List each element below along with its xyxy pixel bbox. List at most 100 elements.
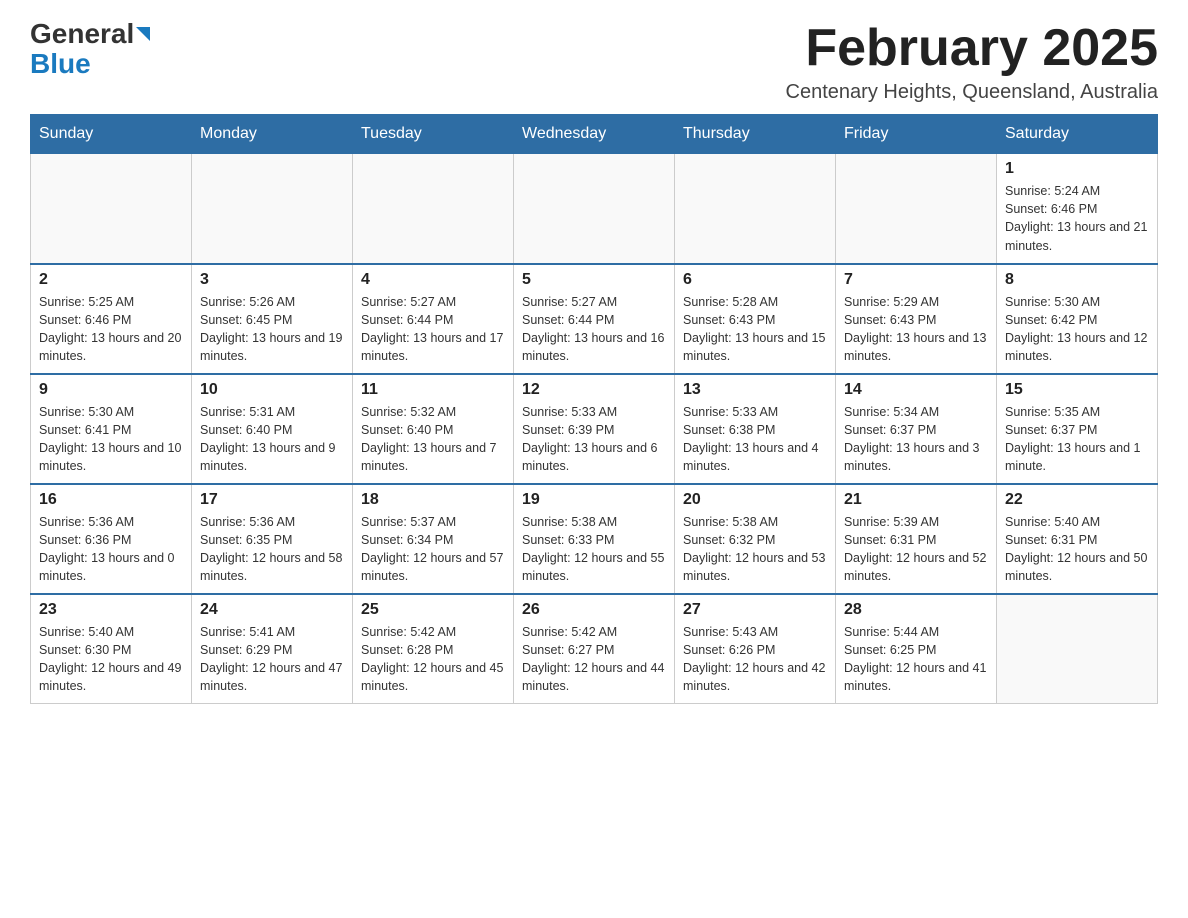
table-row: 12 Sunrise: 5:33 AM Sunset: 6:39 PM Dayli… — [514, 374, 675, 484]
col-thursday: Thursday — [675, 115, 836, 154]
day-info: Sunrise: 5:38 AM Sunset: 6:32 PM Dayligh… — [683, 513, 827, 586]
col-saturday: Saturday — [997, 115, 1158, 154]
day-number: 26 — [522, 601, 666, 619]
day-number: 13 — [683, 381, 827, 399]
col-tuesday: Tuesday — [353, 115, 514, 154]
calendar-week-row: 23 Sunrise: 5:40 AM Sunset: 6:30 PM Dayli… — [31, 594, 1158, 704]
table-row: 17 Sunrise: 5:36 AM Sunset: 6:35 PM Dayli… — [192, 484, 353, 594]
table-row: 20 Sunrise: 5:38 AM Sunset: 6:32 PM Dayli… — [675, 484, 836, 594]
day-info: Sunrise: 5:24 AM Sunset: 6:46 PM Dayligh… — [1005, 182, 1149, 255]
day-info: Sunrise: 5:30 AM Sunset: 6:41 PM Dayligh… — [39, 403, 183, 476]
day-number: 24 — [200, 601, 344, 619]
logo-general: General — [30, 20, 134, 48]
day-info: Sunrise: 5:40 AM Sunset: 6:31 PM Dayligh… — [1005, 513, 1149, 586]
day-info: Sunrise: 5:33 AM Sunset: 6:39 PM Dayligh… — [522, 403, 666, 476]
day-number: 16 — [39, 491, 183, 509]
table-row — [31, 154, 192, 264]
day-info: Sunrise: 5:42 AM Sunset: 6:27 PM Dayligh… — [522, 623, 666, 696]
table-row: 25 Sunrise: 5:42 AM Sunset: 6:28 PM Dayli… — [353, 594, 514, 704]
day-info: Sunrise: 5:32 AM Sunset: 6:40 PM Dayligh… — [361, 403, 505, 476]
day-info: Sunrise: 5:40 AM Sunset: 6:30 PM Dayligh… — [39, 623, 183, 696]
day-number: 8 — [1005, 271, 1149, 289]
calendar-week-row: 9 Sunrise: 5:30 AM Sunset: 6:41 PM Daylig… — [31, 374, 1158, 484]
day-number: 27 — [683, 601, 827, 619]
table-row: 19 Sunrise: 5:38 AM Sunset: 6:33 PM Dayli… — [514, 484, 675, 594]
table-row: 21Sunrise: 5:39 AM Sunset: 6:31 PM Dayli… — [836, 484, 997, 594]
table-row: 3 Sunrise: 5:26 AM Sunset: 6:45 PM Daylig… — [192, 264, 353, 374]
col-wednesday: Wednesday — [514, 115, 675, 154]
day-number: 19 — [522, 491, 666, 509]
day-number: 5 — [522, 271, 666, 289]
day-number: 7 — [844, 271, 988, 289]
day-number: 12 — [522, 381, 666, 399]
col-friday: Friday — [836, 115, 997, 154]
table-row: 26 Sunrise: 5:42 AM Sunset: 6:27 PM Dayli… — [514, 594, 675, 704]
day-info: Sunrise: 5:27 AM Sunset: 6:44 PM Dayligh… — [522, 293, 666, 366]
day-info: Sunrise: 5:38 AM Sunset: 6:33 PM Dayligh… — [522, 513, 666, 586]
day-number: 15 — [1005, 381, 1149, 399]
col-monday: Monday — [192, 115, 353, 154]
table-row: 10Sunrise: 5:31 AM Sunset: 6:40 PM Dayli… — [192, 374, 353, 484]
table-row: 24 Sunrise: 5:41 AM Sunset: 6:29 PM Dayli… — [192, 594, 353, 704]
day-info: Sunrise: 5:31 AM Sunset: 6:40 PM Dayligh… — [200, 403, 344, 476]
day-number: 4 — [361, 271, 505, 289]
day-info: Sunrise: 5:36 AM Sunset: 6:36 PM Dayligh… — [39, 513, 183, 586]
day-number: 11 — [361, 381, 505, 399]
month-title: February 2025 — [786, 20, 1158, 77]
title-area: February 2025 Centenary Heights, Queensl… — [786, 20, 1158, 104]
table-row — [514, 154, 675, 264]
day-number: 9 — [39, 381, 183, 399]
table-row: 23 Sunrise: 5:40 AM Sunset: 6:30 PM Dayli… — [31, 594, 192, 704]
day-info: Sunrise: 5:44 AM Sunset: 6:25 PM Dayligh… — [844, 623, 988, 696]
day-number: 23 — [39, 601, 183, 619]
table-row: 14Sunrise: 5:34 AM Sunset: 6:37 PM Dayli… — [836, 374, 997, 484]
table-row: 28 Sunrise: 5:44 AM Sunset: 6:25 PM Dayli… — [836, 594, 997, 704]
table-row: 15 Sunrise: 5:35 AM Sunset: 6:37 PM Dayli… — [997, 374, 1158, 484]
day-number: 21 — [844, 491, 988, 509]
day-number: 28 — [844, 601, 988, 619]
day-number: 2 — [39, 271, 183, 289]
day-info: Sunrise: 5:36 AM Sunset: 6:35 PM Dayligh… — [200, 513, 344, 586]
table-row — [192, 154, 353, 264]
day-number: 25 — [361, 601, 505, 619]
day-info: Sunrise: 5:35 AM Sunset: 6:37 PM Dayligh… — [1005, 403, 1149, 476]
table-row: 8 Sunrise: 5:30 AM Sunset: 6:42 PM Daylig… — [997, 264, 1158, 374]
table-row: 5 Sunrise: 5:27 AM Sunset: 6:44 PM Daylig… — [514, 264, 675, 374]
day-info: Sunrise: 5:43 AM Sunset: 6:26 PM Dayligh… — [683, 623, 827, 696]
day-number: 1 — [1005, 160, 1149, 178]
table-row: 7Sunrise: 5:29 AM Sunset: 6:43 PM Daylig… — [836, 264, 997, 374]
logo-arrow-icon — [136, 27, 150, 41]
table-row: 27 Sunrise: 5:43 AM Sunset: 6:26 PM Dayli… — [675, 594, 836, 704]
logo-blue: Blue — [30, 48, 91, 80]
day-info: Sunrise: 5:30 AM Sunset: 6:42 PM Dayligh… — [1005, 293, 1149, 366]
logo: General Blue — [30, 20, 150, 80]
location-subtitle: Centenary Heights, Queensland, Australia — [786, 81, 1158, 104]
day-info: Sunrise: 5:25 AM Sunset: 6:46 PM Dayligh… — [39, 293, 183, 366]
calendar-week-row: 1 Sunrise: 5:24 AM Sunset: 6:46 PM Daylig… — [31, 154, 1158, 264]
day-number: 3 — [200, 271, 344, 289]
table-row: 9 Sunrise: 5:30 AM Sunset: 6:41 PM Daylig… — [31, 374, 192, 484]
day-number: 20 — [683, 491, 827, 509]
day-info: Sunrise: 5:26 AM Sunset: 6:45 PM Dayligh… — [200, 293, 344, 366]
table-row — [997, 594, 1158, 704]
col-sunday: Sunday — [31, 115, 192, 154]
table-row: 6Sunrise: 5:28 AM Sunset: 6:43 PM Daylig… — [675, 264, 836, 374]
page-header: General Blue February 2025 Centenary Hei… — [30, 20, 1158, 104]
table-row — [353, 154, 514, 264]
table-row: 13 Sunrise: 5:33 AM Sunset: 6:38 PM Dayli… — [675, 374, 836, 484]
day-info: Sunrise: 5:27 AM Sunset: 6:44 PM Dayligh… — [361, 293, 505, 366]
day-info: Sunrise: 5:42 AM Sunset: 6:28 PM Dayligh… — [361, 623, 505, 696]
calendar-week-row: 16 Sunrise: 5:36 AM Sunset: 6:36 PM Dayli… — [31, 484, 1158, 594]
day-number: 18 — [361, 491, 505, 509]
day-info: Sunrise: 5:41 AM Sunset: 6:29 PM Dayligh… — [200, 623, 344, 696]
table-row: 2 Sunrise: 5:25 AM Sunset: 6:46 PM Daylig… — [31, 264, 192, 374]
calendar-header-row: Sunday Monday Tuesday Wednesday Thursday… — [31, 115, 1158, 154]
day-info: Sunrise: 5:33 AM Sunset: 6:38 PM Dayligh… — [683, 403, 827, 476]
table-row: 11 Sunrise: 5:32 AM Sunset: 6:40 PM Dayli… — [353, 374, 514, 484]
table-row: 1 Sunrise: 5:24 AM Sunset: 6:46 PM Daylig… — [997, 154, 1158, 264]
day-number: 17 — [200, 491, 344, 509]
calendar-table: Sunday Monday Tuesday Wednesday Thursday… — [30, 114, 1158, 704]
calendar-week-row: 2 Sunrise: 5:25 AM Sunset: 6:46 PM Daylig… — [31, 264, 1158, 374]
table-row — [836, 154, 997, 264]
table-row: 16 Sunrise: 5:36 AM Sunset: 6:36 PM Dayli… — [31, 484, 192, 594]
